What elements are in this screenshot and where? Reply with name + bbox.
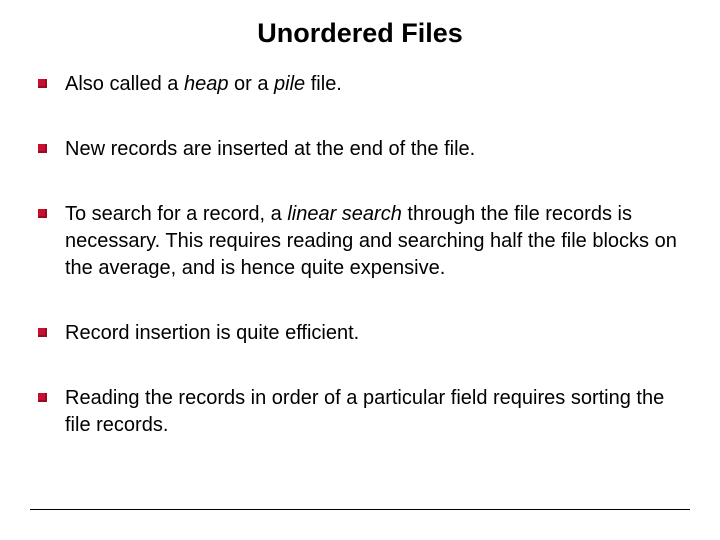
- slide: Unordered Files Also called a heap or a …: [0, 0, 720, 540]
- text-run: Also called a: [65, 73, 184, 95]
- bullet-text: Reading the records in order of a partic…: [65, 385, 690, 439]
- list-item: Reading the records in order of a partic…: [38, 385, 690, 439]
- list-item: Record insertion is quite efficient.: [38, 320, 690, 347]
- divider: [30, 509, 690, 510]
- bullet-list: Also called a heap or a pile file. New r…: [30, 71, 690, 439]
- bullet-text: To search for a record, a linear search …: [65, 201, 690, 282]
- bullet-text: Record insertion is quite efficient.: [65, 320, 690, 347]
- list-item: New records are inserted at the end of t…: [38, 136, 690, 163]
- text-run: or a: [228, 73, 274, 95]
- emphasis-pile: pile: [274, 73, 305, 95]
- bullet-text: New records are inserted at the end of t…: [65, 136, 690, 163]
- emphasis-linear-search: linear search: [287, 203, 402, 225]
- bullet-icon: [38, 393, 47, 402]
- emphasis-heap: heap: [184, 73, 229, 95]
- bullet-icon: [38, 328, 47, 337]
- list-item: To search for a record, a linear search …: [38, 201, 690, 282]
- bullet-text: Also called a heap or a pile file.: [65, 71, 690, 98]
- bullet-icon: [38, 209, 47, 218]
- text-run: file.: [305, 73, 342, 95]
- list-item: Also called a heap or a pile file.: [38, 71, 690, 98]
- text-run: To search for a record, a: [65, 203, 287, 225]
- bullet-icon: [38, 79, 47, 88]
- bullet-icon: [38, 144, 47, 153]
- slide-title: Unordered Files: [30, 18, 690, 49]
